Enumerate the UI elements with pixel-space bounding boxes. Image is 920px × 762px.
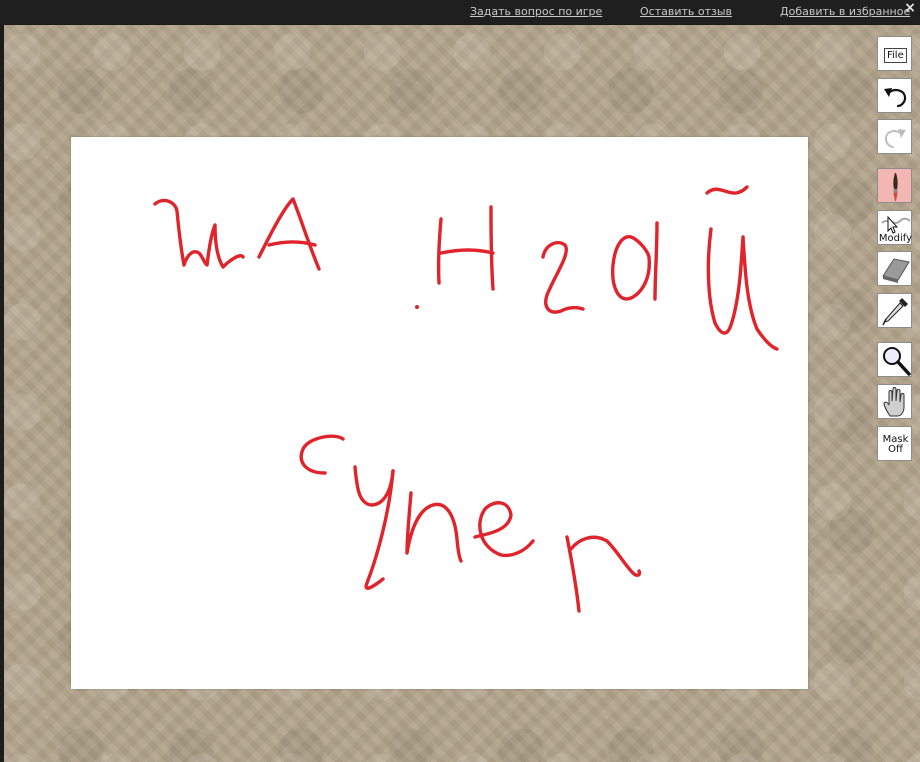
undo-icon xyxy=(884,88,907,108)
brush-button[interactable] xyxy=(877,168,912,203)
leave-review-link[interactable]: Оставить отзыв xyxy=(640,5,732,18)
mask-toggle-button[interactable]: Mask Off xyxy=(877,426,912,461)
handwritten-word-bottom xyxy=(299,434,642,613)
eyedropper-button[interactable] xyxy=(877,293,912,328)
hand-icon xyxy=(883,387,905,417)
zoom-button[interactable] xyxy=(877,342,912,377)
magnifier-icon xyxy=(883,347,911,376)
modify-button[interactable]: Modify xyxy=(877,210,912,245)
ask-question-link[interactable]: Задать вопрос по игре xyxy=(470,5,602,18)
mask-state-label: Off xyxy=(888,444,903,455)
undo-button[interactable] xyxy=(877,78,912,113)
redo-icon xyxy=(884,129,906,148)
eyedropper-icon xyxy=(882,298,908,326)
pan-button[interactable] xyxy=(877,384,912,419)
close-icon[interactable]: × xyxy=(902,0,918,16)
handwritten-word-top xyxy=(153,185,779,351)
brush-icon xyxy=(893,173,898,201)
drawing-canvas[interactable] xyxy=(71,137,808,689)
eraser-button[interactable] xyxy=(877,251,912,286)
top-bar: Задать вопрос по игре Оставить отзыв Доб… xyxy=(0,0,920,24)
eraser-icon xyxy=(882,258,910,283)
file-label: File xyxy=(884,48,907,63)
add-to-favorites-link[interactable]: Добавить в избранное xyxy=(780,5,910,18)
canvas-drawing-layer xyxy=(153,185,779,613)
app-window: Задать вопрос по игре Оставить отзыв Доб… xyxy=(0,0,920,762)
modify-label: Modify xyxy=(878,233,913,244)
file-button[interactable]: File xyxy=(877,36,912,71)
redo-button[interactable] xyxy=(877,119,912,154)
